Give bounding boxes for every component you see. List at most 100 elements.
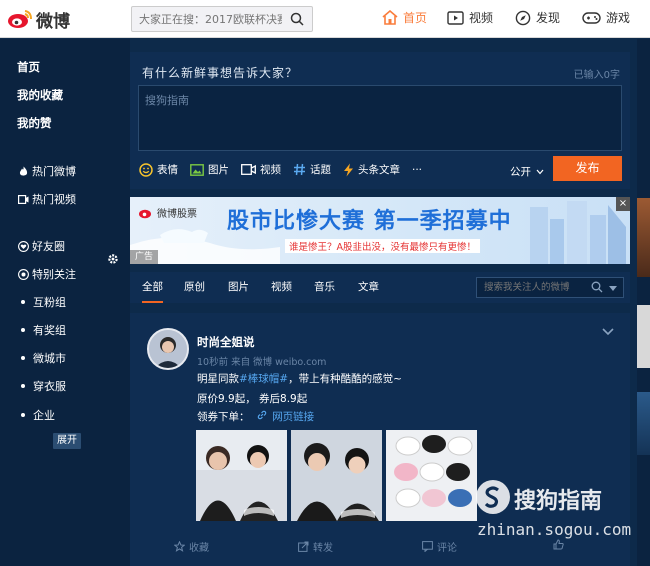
sidebar-item-hot-video[interactable]: 热门视频 — [17, 191, 76, 207]
comment-action[interactable]: 评论 — [422, 539, 457, 554]
nav-discover-label: 发现 — [536, 11, 561, 25]
banner-headline: 股市比惨大赛 第一季招募中 — [227, 209, 512, 234]
sidebar-item-favorites[interactable]: 我的收藏 — [17, 87, 63, 103]
home-icon — [382, 10, 398, 25]
share-icon — [298, 541, 309, 552]
right-panel-thumbnail[interactable] — [637, 305, 650, 368]
star-icon — [174, 541, 185, 552]
sidebar-group-item[interactable]: 有奖组 — [17, 322, 66, 338]
repost-action[interactable]: 转发 — [298, 539, 333, 554]
right-panel-thumbnail[interactable] — [637, 392, 650, 455]
link-icon — [257, 410, 267, 420]
tab-video[interactable]: 视频 — [271, 272, 292, 303]
sidebar-group-item[interactable]: 企业 — [17, 407, 55, 423]
topic-button[interactable]: 话题 — [293, 162, 331, 177]
sidebar-item-label: 企业 — [33, 409, 55, 422]
feed-search-input[interactable] — [477, 278, 585, 297]
ad-label: 广告 — [130, 250, 158, 264]
action-label: 转发 — [313, 543, 333, 554]
sidebar-item-likes[interactable]: 我的赞 — [17, 115, 52, 131]
avatar[interactable] — [147, 328, 189, 370]
post-text-line: 原价9.9起， 券后8.9起 — [197, 393, 308, 405]
logo-text: 微博 — [36, 11, 70, 32]
sidebar-item-hot-weibo[interactable]: 热门微博 — [17, 163, 76, 179]
nav-game[interactable]: 游戏 — [582, 9, 630, 26]
more-tools-button[interactable]: ··· — [412, 164, 422, 176]
video-button[interactable]: 视频 — [241, 162, 281, 177]
global-search — [131, 6, 313, 32]
lightning-icon — [343, 163, 354, 177]
video-icon — [241, 164, 256, 175]
action-label: 评论 — [437, 543, 457, 554]
article-button[interactable]: 头条文章 — [343, 162, 400, 177]
tool-label: 图片 — [208, 164, 229, 176]
sidebar-item-friends[interactable]: 好友圈 — [17, 238, 65, 254]
right-panel-thumbnail[interactable] — [637, 198, 650, 277]
tab-music[interactable]: 音乐 — [314, 272, 335, 303]
search-icon[interactable] — [591, 281, 603, 293]
post-author[interactable]: 时尚全姐说 — [197, 334, 255, 350]
banner-brand: 微博股票 — [138, 205, 197, 220]
sidebar-item-home[interactable]: 首页 — [17, 59, 40, 75]
chevron-down-icon — [536, 169, 544, 175]
publish-button[interactable]: 发布 — [553, 156, 622, 181]
post-text: 领券下单： — [197, 411, 250, 423]
post-text-line: 明星同款#棒球帽#，带上有种酷酷的感觉~ — [197, 371, 402, 386]
sidebar-group-item[interactable]: 互粉组 — [17, 294, 66, 310]
sidebar-expand-button[interactable]: 展开 — [53, 433, 81, 449]
sidebar-item-label: 我的赞 — [17, 116, 52, 130]
ad-banner[interactable]: 微博股票 股市比惨大赛 第一季招募中 谁是惨王？A股韭出没，没有最惨只有更惨！ … — [130, 197, 630, 264]
nav-game-label: 游戏 — [606, 11, 631, 25]
nav-video[interactable]: 视频 — [447, 9, 493, 26]
tab-all[interactable]: 全部 — [142, 272, 163, 303]
favorite-action[interactable]: 收藏 — [174, 539, 209, 554]
web-link[interactable]: 网页链接 — [272, 411, 314, 423]
sidebar-item-label: 互粉组 — [33, 296, 66, 309]
search-icon[interactable] — [290, 12, 304, 26]
composer-textarea[interactable]: 搜狗指南 — [138, 85, 622, 151]
hashtag-link[interactable]: #棒球帽# — [239, 373, 288, 385]
sidebar-item-label: 微城市 — [33, 352, 66, 365]
left-sidebar: 首页 我的收藏 我的赞 热门微博 热门视频 好友圈 特别关注 互粉组 有奖组 微… — [0, 39, 130, 566]
image-icon — [190, 163, 204, 176]
sidebar-item-special[interactable]: 特别关注 — [17, 266, 76, 282]
watermark-brand: 搜狗指南 — [514, 489, 603, 514]
nav-video-label: 视频 — [469, 11, 494, 25]
banner-close-button[interactable]: × — [616, 197, 630, 211]
sidebar-group-item[interactable]: 微城市 — [17, 350, 66, 366]
nav-discover[interactable]: 发现 — [515, 9, 560, 26]
chevron-down-icon[interactable] — [602, 328, 614, 336]
sidebar-item-label: 热门视频 — [32, 193, 76, 206]
post-text: ，带上有种酷酷的感觉~ — [288, 373, 402, 385]
visibility-select[interactable]: 公开 — [510, 164, 544, 179]
photo-people-icon — [196, 430, 287, 521]
tab-images[interactable]: 图片 — [228, 272, 249, 303]
weibo-logo-icon — [139, 209, 151, 219]
post-image[interactable] — [291, 430, 382, 521]
post-image[interactable] — [386, 430, 477, 521]
watermark-url: zhinan.sogou.com — [477, 520, 632, 539]
tab-original[interactable]: 原创 — [184, 272, 205, 303]
photo-caps-icon — [386, 430, 477, 521]
image-button[interactable]: 图片 — [190, 162, 229, 177]
flame-icon — [17, 166, 29, 177]
composer-toolbar: 表情 图片 视频 话题 头条文章 ··· — [139, 162, 434, 177]
bullet-icon — [21, 384, 25, 388]
gear-icon[interactable] — [107, 253, 119, 265]
post-composer: 有什么新鲜事想告诉大家？ 已输入0字 搜狗指南 表情 图片 视频 话题 头条文章… — [130, 52, 630, 189]
bullet-icon — [21, 413, 25, 417]
sidebar-item-label: 热门微博 — [32, 165, 76, 178]
weibo-logo[interactable]: 微博 — [6, 6, 70, 32]
photo-people-icon — [291, 430, 382, 521]
sidebar-group-item[interactable]: 穿衣服 — [17, 378, 66, 394]
emoji-button[interactable]: 表情 — [139, 162, 178, 177]
tab-articles[interactable]: 文章 — [358, 272, 379, 303]
tool-label: 头条文章 — [358, 164, 400, 176]
nav-home[interactable]: 首页 — [382, 9, 427, 26]
action-label: 收藏 — [189, 543, 209, 554]
feed-filter-tabs: 全部 原创 图片 视频 音乐 文章 — [130, 272, 630, 303]
caret-down-icon[interactable] — [609, 286, 617, 291]
post-image[interactable] — [196, 430, 287, 521]
feed-search — [476, 277, 624, 298]
search-input[interactable] — [132, 7, 282, 31]
